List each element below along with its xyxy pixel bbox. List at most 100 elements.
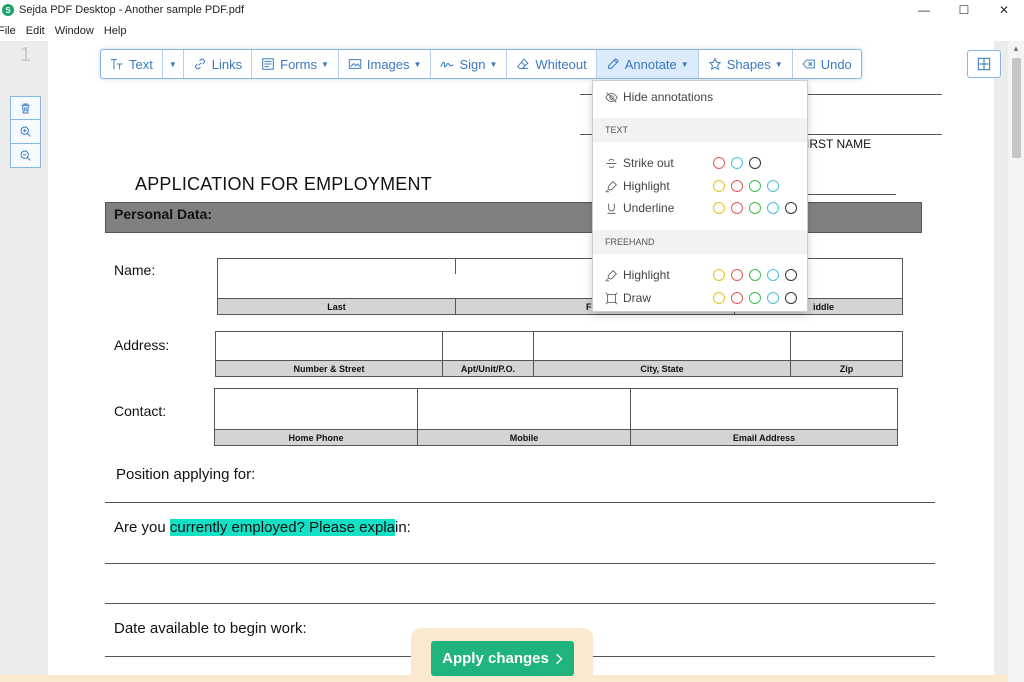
draw-label: Draw [623,291,652,305]
chevron-down-icon: ▼ [320,59,329,69]
color-blue-swatch[interactable] [767,202,779,214]
color-red-swatch[interactable] [731,292,743,304]
underline-colors [713,202,803,214]
shapes-tool-label: Shapes [726,56,771,72]
menu-help[interactable]: Help [99,25,132,37]
zoom-out-button[interactable] [10,144,41,168]
close-button[interactable]: ✕ [984,0,1024,20]
color-yellow-swatch[interactable] [713,292,725,304]
mobile-field[interactable] [417,388,631,430]
annotate-dropdown: Hide annotations TEXT Strike out Highlig… [592,80,808,312]
draw-colors [713,292,803,304]
apply-changes-label: Apply changes [442,650,549,667]
color-blue-swatch[interactable] [767,292,779,304]
draw-item[interactable]: Draw [605,291,651,305]
scroll-thumb[interactable] [1012,58,1021,158]
color-black-swatch[interactable] [749,157,761,169]
shapes-icon [708,57,721,71]
images-tool-button[interactable]: Images ▼ [339,50,432,78]
color-red-swatch[interactable] [731,202,743,214]
text-section-header: TEXT [593,118,807,142]
zoom-in-icon [20,126,31,137]
home-phone-field[interactable] [214,388,418,430]
text-options-caret[interactable]: ▼ [163,50,184,78]
whiteout-tool-label: Whiteout [535,56,587,72]
page-number: 1 [20,44,32,66]
color-green-swatch[interactable] [749,269,761,281]
undo-label: Undo [820,56,852,72]
city-caption: City, State [533,360,791,377]
apply-changes-button[interactable]: Apply changes [431,641,574,676]
email-field[interactable] [630,388,898,430]
zip-field[interactable] [790,331,903,361]
underline-item[interactable]: Underline [605,201,674,215]
menu-window[interactable]: Window [50,25,99,37]
forms-tool-button[interactable]: Forms ▼ [252,50,339,78]
chevron-down-icon: ▼ [680,59,689,69]
freehand-section-header: FREEHAND [593,230,807,254]
color-blue-swatch[interactable] [767,180,779,192]
first-name-label: IRST NAME [806,137,872,151]
whiteout-tool-button[interactable]: Whiteout [507,50,597,78]
freehand-highlight-item[interactable]: Highlight [605,268,670,282]
color-red-swatch[interactable] [731,180,743,192]
minimize-button[interactable]: — [904,0,944,20]
delete-page-button[interactable] [10,96,41,120]
edit-toolbar: Text ▼ Links Forms ▼ Images ▼ Sign ▼ Whiteo… [100,49,862,79]
scroll-up-icon[interactable]: ▲ [1012,44,1020,53]
color-green-swatch[interactable] [749,180,761,192]
street-field[interactable] [215,331,443,361]
menu-edit[interactable]: Edit [21,25,50,37]
menu-file[interactable]: File [0,25,21,37]
thumbnails-button[interactable] [967,50,1001,78]
color-black-swatch[interactable] [785,292,797,304]
form-title: APPLICATION FOR EMPLOYMENT [135,174,432,194]
chevron-down-icon: ▼ [168,59,177,69]
text-tool-label: Text [129,56,153,72]
color-black-swatch[interactable] [785,269,797,281]
employed-line [105,563,935,564]
hide-annotations-item[interactable]: Hide annotations [605,90,713,104]
color-yellow-swatch[interactable] [713,269,725,281]
draw-icon [605,291,618,305]
highlight-annotation[interactable]: currently employed? Please expla [169,519,395,536]
color-red-swatch[interactable] [731,269,743,281]
signature-icon [440,61,454,68]
text-highlight-item[interactable]: Highlight [605,179,670,193]
annotate-tool-button[interactable]: Annotate ▼ [596,50,699,78]
shapes-tool-button[interactable]: Shapes ▼ [699,50,793,78]
chevron-down-icon: ▼ [489,59,498,69]
color-yellow-swatch[interactable] [713,202,725,214]
color-blue-swatch[interactable] [731,157,743,169]
email-caption: Email Address [630,429,898,446]
color-green-swatch[interactable] [749,202,761,214]
strikethrough-icon [606,158,617,168]
links-tool-button[interactable]: Links [184,50,253,78]
apt-field[interactable] [442,331,534,361]
highlighter-icon [605,180,618,192]
freehand-highlight-colors [713,269,803,281]
hide-annotations-label: Hide annotations [623,90,714,104]
undo-button[interactable]: Undo [793,50,861,78]
grid-icon [977,57,991,71]
contact-label: Contact: [114,403,167,419]
zoom-out-icon [20,150,31,161]
color-yellow-swatch[interactable] [713,180,725,192]
name-last-caption: Last [217,298,456,315]
color-black-swatch[interactable] [785,202,797,214]
chevron-down-icon: ▼ [413,59,422,69]
color-red-swatch[interactable] [713,157,725,169]
city-field[interactable] [533,331,791,361]
zoom-in-button[interactable] [10,120,41,144]
freehand-highlight-label: Highlight [623,268,670,282]
image-icon [348,59,362,69]
text-tool-button[interactable]: Text [101,50,163,78]
strike-out-item[interactable]: Strike out [605,156,674,170]
date-available-label: Date available to begin work: [114,620,307,637]
color-blue-swatch[interactable] [767,269,779,281]
color-green-swatch[interactable] [749,292,761,304]
chevron-right-icon [555,653,563,664]
sign-tool-button[interactable]: Sign ▼ [431,50,508,78]
maximize-button[interactable]: ☐ [944,0,984,20]
window-controls: — ☐ ✕ [904,0,1024,20]
